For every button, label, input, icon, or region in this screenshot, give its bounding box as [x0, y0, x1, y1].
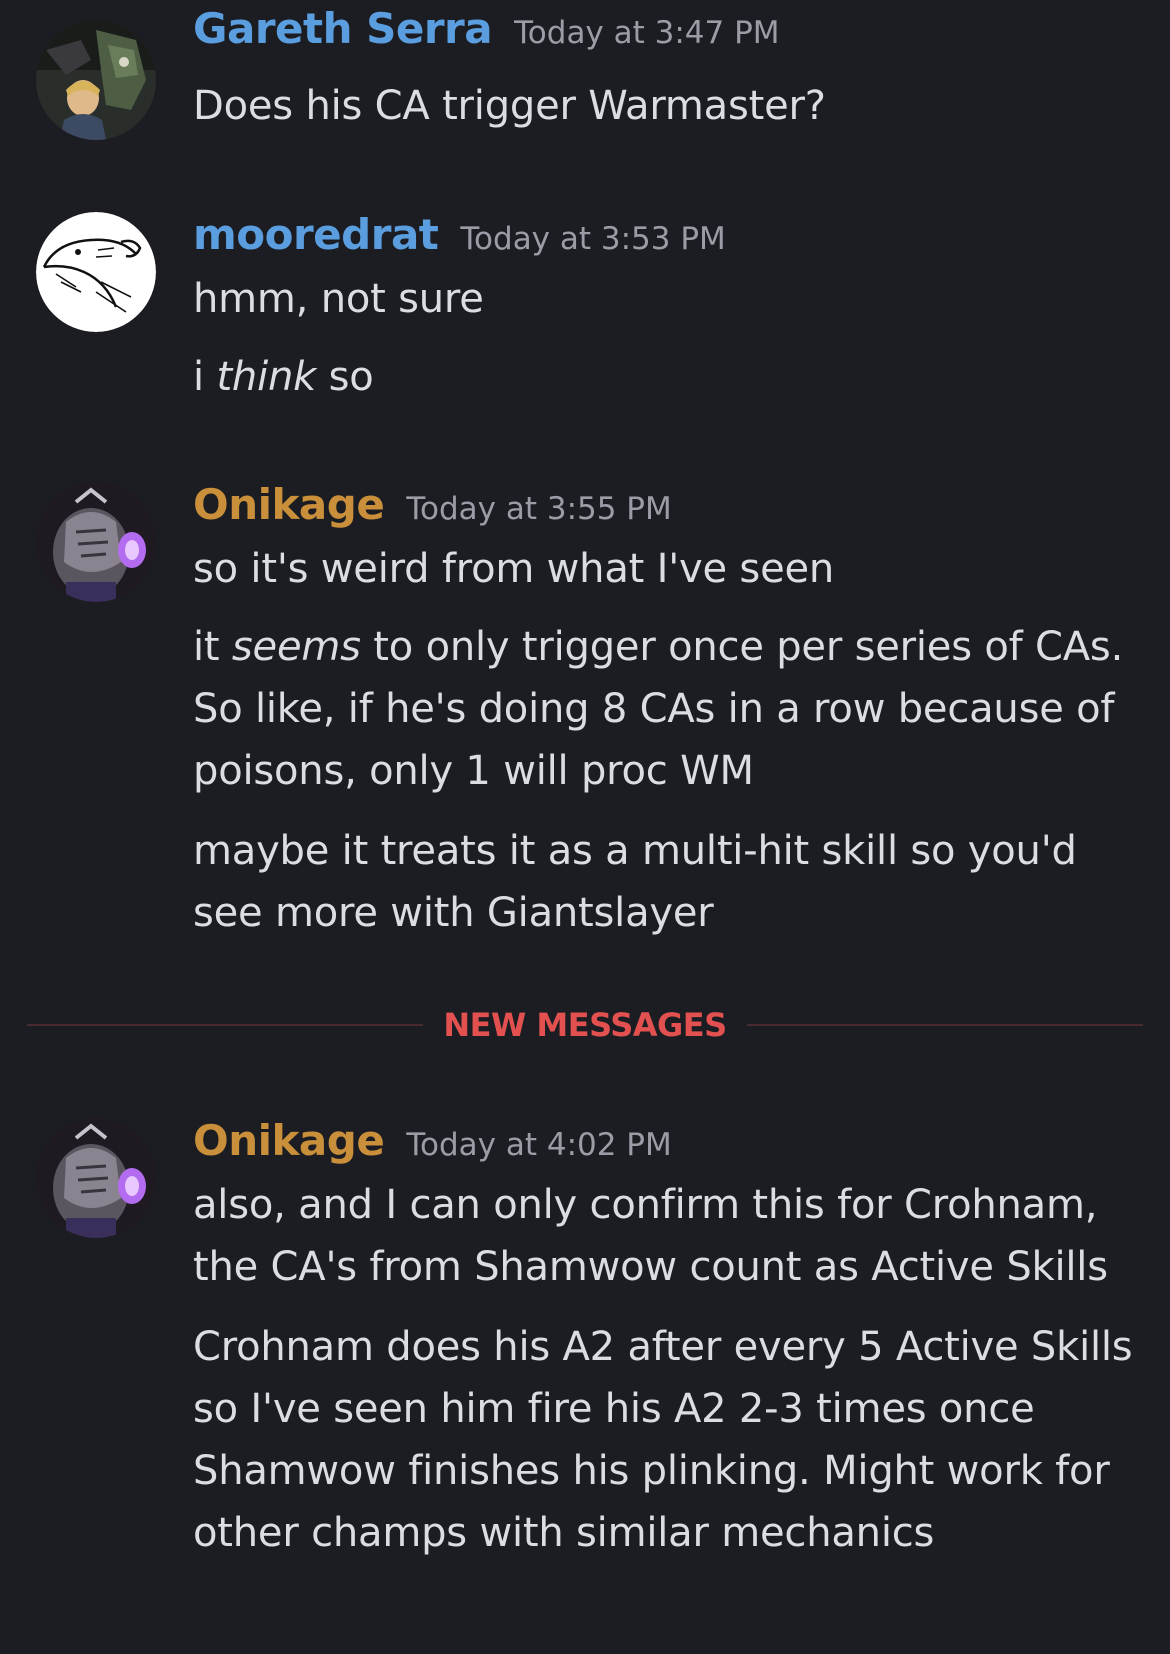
timestamp: Today at 3:55 PM — [406, 491, 672, 527]
divider-line-right — [747, 1024, 1143, 1026]
rat-sketch-avatar-icon — [36, 212, 156, 332]
message-text: so it's weird from what I've seen — [193, 546, 835, 592]
new-messages-label: NEW MESSAGES — [443, 1006, 727, 1044]
message-header: mooredrat Today at 3:53 PM — [193, 214, 726, 256]
username[interactable]: Gareth Serra — [193, 4, 493, 53]
message-text: hmm, not sure — [193, 276, 484, 322]
message-text: also, and I can only confirm this for Cr… — [193, 1182, 1108, 1290]
text-segment: i — [193, 354, 217, 400]
message-group-onikage-1: Onikage Today at 3:55 PM so it's weird fr… — [0, 462, 1170, 962]
mecha-avatar-icon — [36, 20, 156, 140]
message-text: Crohnam does his A2 after every 5 Active… — [193, 1324, 1133, 1556]
avatar-onikage[interactable] — [36, 482, 156, 602]
avatar-gareth-serra[interactable] — [36, 20, 156, 140]
message-group-gareth: Gareth Serra Today at 3:47 PM Does his CA… — [0, 0, 1170, 170]
avatar-onikage[interactable] — [36, 1118, 156, 1238]
text-segment: it — [193, 624, 232, 670]
username[interactable]: Onikage — [193, 1116, 385, 1165]
message-group-mooredrat: mooredrat Today at 3:53 PM hmm, not sure … — [0, 192, 1170, 442]
warrior-avatar-icon — [36, 482, 156, 602]
message-text: Does his CA trigger Warmaster? — [193, 83, 826, 129]
message-text: it seems to only trigger once per series… — [193, 616, 1153, 802]
divider-line-left — [27, 1024, 423, 1026]
avatar-mooredrat[interactable] — [36, 212, 156, 332]
emphasis-text: think — [216, 354, 317, 400]
new-messages-divider: NEW MESSAGES — [27, 1000, 1143, 1050]
message-header: Onikage Today at 4:02 PM — [193, 1120, 672, 1162]
timestamp: Today at 3:53 PM — [460, 221, 726, 257]
username[interactable]: mooredrat — [193, 210, 439, 259]
warrior-avatar-icon — [36, 1118, 156, 1238]
message-header: Gareth Serra Today at 3:47 PM — [193, 8, 780, 50]
text-segment: so — [316, 354, 374, 400]
emphasis-text: seems — [231, 624, 361, 670]
message-group-onikage-2: Onikage Today at 4:02 PM also, and I can … — [0, 1098, 1170, 1654]
timestamp: Today at 3:47 PM — [514, 15, 780, 51]
message-text: maybe it treats it as a multi-hit skill … — [193, 828, 1077, 936]
message-header: Onikage Today at 3:55 PM — [193, 484, 672, 526]
timestamp: Today at 4:02 PM — [406, 1127, 672, 1163]
message-text: i think so — [193, 346, 1153, 408]
username[interactable]: Onikage — [193, 480, 385, 529]
